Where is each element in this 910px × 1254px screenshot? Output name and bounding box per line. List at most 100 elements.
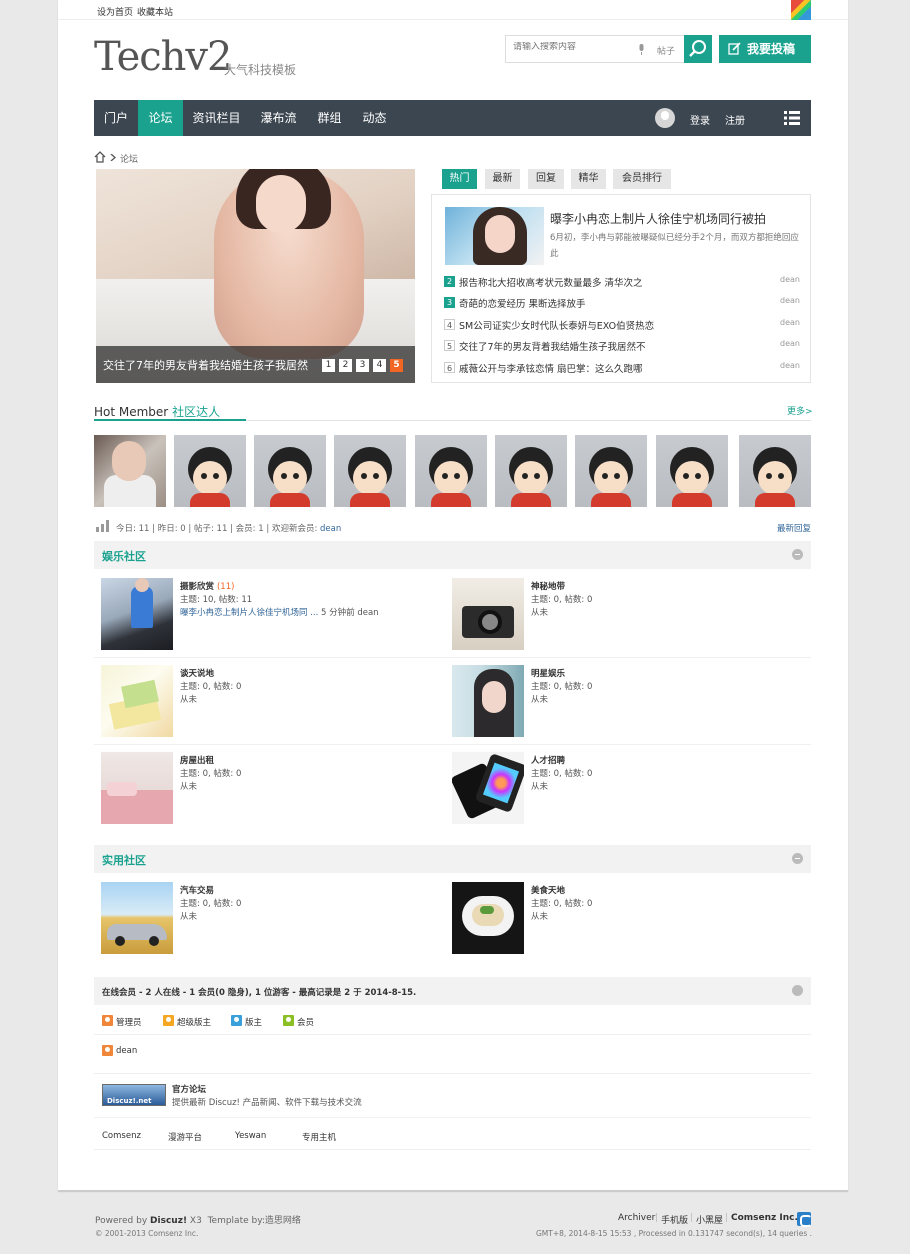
forum-item-cars[interactable]: 汽车交易 主题: 0, 帖数: 0 从未 bbox=[94, 882, 434, 957]
slide-page-3[interactable]: 3 bbox=[356, 359, 369, 372]
official-forum-logo[interactable]: Discuz!.net bbox=[102, 1084, 166, 1106]
forum-name[interactable]: 人才招聘 bbox=[531, 754, 565, 766]
list-item[interactable]: 4 SM公司证实少女时代队长泰妍与EXO伯贤热恋 dean bbox=[444, 318, 800, 332]
search-scope[interactable]: 帖子 bbox=[657, 44, 675, 57]
thread-title[interactable]: SM公司证实少女时代队长泰妍与EXO伯贤热恋 bbox=[459, 318, 654, 332]
slide-page-4[interactable]: 4 bbox=[373, 359, 386, 372]
site-logo[interactable]: Techv2 bbox=[94, 34, 232, 80]
nav-item-waterfall[interactable]: 瀑布流 bbox=[250, 100, 307, 136]
bookmark-link[interactable]: 收藏本站 bbox=[137, 5, 173, 18]
list-item[interactable]: 3 奇葩的恋爱经历 果断选择放手 dean bbox=[444, 296, 800, 310]
menu-icon[interactable] bbox=[784, 111, 800, 125]
forum-item-food[interactable]: 美食天地 主题: 0, 帖数: 0 从未 bbox=[445, 882, 785, 957]
forum-name[interactable]: 摄影欣赏 bbox=[180, 582, 214, 592]
latest-replies-link[interactable]: 最新回复 bbox=[777, 522, 811, 534]
nav-item-groups[interactable]: 群组 bbox=[307, 100, 352, 136]
featured-thumbnail[interactable] bbox=[445, 207, 544, 265]
tab-latest[interactable]: 最新 bbox=[485, 169, 520, 189]
featured-title[interactable]: 曝李小冉恋上制片人徐佳宁机场同行被拍 bbox=[550, 210, 766, 227]
collapse-icon[interactable] bbox=[792, 549, 803, 560]
forum-thumbnail[interactable] bbox=[101, 578, 173, 650]
nav-item-news[interactable]: 资讯栏目 bbox=[183, 100, 250, 136]
forum-item-chat[interactable]: 谈天说地 主题: 0, 帖数: 0 从未 bbox=[94, 665, 434, 740]
friend-link[interactable]: 专用主机 bbox=[302, 1131, 336, 1143]
thread-author[interactable]: dean bbox=[780, 296, 800, 305]
login-link[interactable]: 登录 bbox=[690, 112, 710, 127]
nav-item-forum[interactable]: 论坛 bbox=[138, 100, 183, 136]
home-icon[interactable] bbox=[94, 151, 106, 163]
official-forum-name[interactable]: 官方论坛 bbox=[172, 1083, 206, 1095]
forum-thumbnail[interactable] bbox=[452, 665, 524, 737]
forum-thumbnail[interactable] bbox=[452, 578, 524, 650]
featured-slider[interactable]: 交往了7年的男友背着我结婚生孩子我居然 1 2 3 4 5 bbox=[96, 169, 415, 383]
thread-author[interactable]: dean bbox=[780, 318, 800, 327]
thread-title[interactable]: 戚薇公开与李承铉恋情 扇巴掌：这么久跑哪 bbox=[459, 361, 643, 375]
discuz-link[interactable]: Discuz! bbox=[150, 1216, 187, 1226]
avatar[interactable] bbox=[94, 435, 166, 507]
thread-title[interactable]: 奇葩的恋爱经历 果断选择放手 bbox=[459, 296, 586, 310]
forum-item-mystery[interactable]: 神秘地带 主题: 0, 帖数: 0 从未 bbox=[445, 578, 785, 653]
slide-page-2[interactable]: 2 bbox=[339, 359, 352, 372]
newest-member-link[interactable]: dean bbox=[320, 524, 341, 534]
friend-link[interactable]: Comsenz bbox=[102, 1131, 141, 1141]
forum-thumbnail[interactable] bbox=[452, 882, 524, 954]
search-button[interactable] bbox=[684, 35, 712, 63]
avatar[interactable] bbox=[739, 435, 811, 507]
online-user-name[interactable]: dean bbox=[116, 1046, 137, 1056]
tab-digest[interactable]: 精华 bbox=[571, 169, 606, 189]
avatar[interactable] bbox=[575, 435, 647, 507]
last-post-link[interactable]: 曝李小冉恋上制片人徐佳宁机场同 ... bbox=[180, 608, 318, 618]
nav-item-activity[interactable]: 动态 bbox=[352, 100, 397, 136]
more-members-link[interactable]: 更多> bbox=[787, 404, 813, 417]
forum-name[interactable]: 明星娱乐 bbox=[531, 667, 565, 679]
avatar[interactable] bbox=[495, 435, 567, 507]
forum-thumbnail[interactable] bbox=[452, 752, 524, 824]
avatar[interactable] bbox=[334, 435, 406, 507]
nav-item-portal[interactable]: 门户 bbox=[94, 100, 138, 136]
forum-name[interactable]: 神秘地带 bbox=[531, 580, 565, 592]
forum-item-photography[interactable]: 摄影欣赏 (11) 主题: 10, 帖数: 11 曝李小冉恋上制片人徐佳宁机场同… bbox=[94, 578, 434, 653]
template-credit[interactable]: Template by:造思网络 bbox=[208, 1216, 301, 1226]
set-home-link[interactable]: 设为首页 bbox=[97, 5, 133, 18]
avatar[interactable] bbox=[415, 435, 487, 507]
forum-name[interactable]: 谈天说地 bbox=[180, 667, 214, 679]
list-item[interactable]: 5 交往了7年的男友背着我结婚生孩子我居然不 dean bbox=[444, 339, 800, 353]
avatar[interactable] bbox=[656, 435, 728, 507]
slide-caption[interactable]: 交往了7年的男友背着我结婚生孩子我居然 bbox=[103, 357, 308, 373]
thread-author[interactable]: dean bbox=[780, 275, 800, 284]
register-link[interactable]: 注册 bbox=[725, 112, 745, 127]
forum-name[interactable]: 房屋出租 bbox=[180, 754, 214, 766]
breadcrumb-current[interactable]: 论坛 bbox=[120, 152, 138, 165]
forum-thumbnail[interactable] bbox=[101, 752, 173, 824]
forum-thumbnail[interactable] bbox=[101, 882, 173, 954]
comsenz-icon[interactable] bbox=[797, 1212, 812, 1227]
avatar[interactable] bbox=[174, 435, 246, 507]
avatar[interactable] bbox=[254, 435, 326, 507]
friend-link[interactable]: 漫游平台 bbox=[168, 1131, 202, 1143]
thread-title[interactable]: 报告称北大招收高考状元数量最多 清华次之 bbox=[459, 275, 643, 289]
thread-title[interactable]: 交往了7年的男友背着我结婚生孩子我居然不 bbox=[459, 339, 646, 353]
collapse-icon[interactable] bbox=[792, 985, 803, 996]
color-switch-icon[interactable] bbox=[791, 0, 811, 20]
comsenz-link[interactable]: Comsenz Inc. bbox=[731, 1213, 798, 1223]
thread-author[interactable]: dean bbox=[780, 361, 800, 370]
tab-hot[interactable]: 热门 bbox=[442, 169, 477, 189]
tab-member-rank[interactable]: 会员排行 bbox=[613, 169, 671, 189]
microphone-icon[interactable] bbox=[638, 44, 645, 55]
archiver-link[interactable]: Archiver bbox=[618, 1213, 655, 1223]
search-input[interactable] bbox=[513, 42, 633, 52]
category-title[interactable]: 娱乐社区 bbox=[102, 548, 146, 564]
user-avatar-icon[interactable] bbox=[655, 108, 675, 128]
tab-replies[interactable]: 回复 bbox=[528, 169, 564, 189]
forum-name[interactable]: 美食天地 bbox=[531, 884, 565, 896]
mobile-link[interactable]: 手机版 bbox=[661, 1213, 688, 1226]
slide-page-1[interactable]: 1 bbox=[322, 359, 335, 372]
forum-name[interactable]: 汽车交易 bbox=[180, 884, 214, 896]
online-summary[interactable]: 在线会员 - 2 人在线 - 1 会员(0 隐身), 1 位游客 - 最高记录是… bbox=[102, 986, 416, 998]
slide-page-5[interactable]: 5 bbox=[390, 359, 403, 372]
thread-author[interactable]: dean bbox=[780, 339, 800, 348]
blacklist-link[interactable]: 小黑屋 bbox=[696, 1213, 723, 1226]
category-title[interactable]: 实用社区 bbox=[102, 852, 146, 868]
forum-item-rental[interactable]: 房屋出租 主题: 0, 帖数: 0 从未 bbox=[94, 752, 434, 827]
friend-link[interactable]: Yeswan bbox=[235, 1131, 266, 1141]
